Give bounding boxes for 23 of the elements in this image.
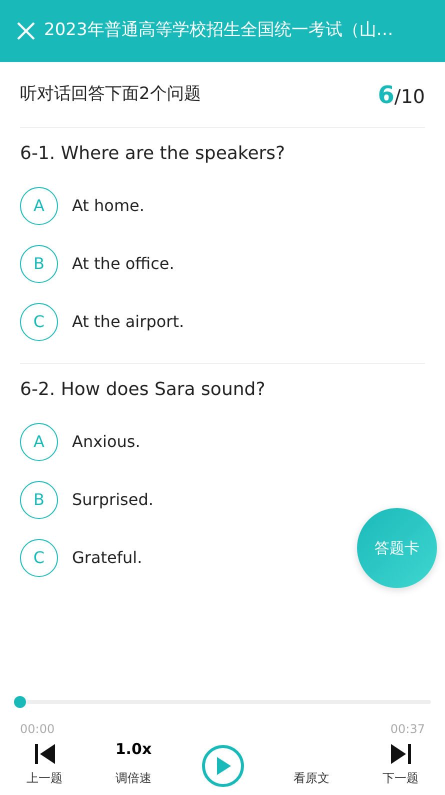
option-text[interactable]: At the airport. [72, 310, 184, 334]
skip-back-icon [34, 742, 56, 764]
next-button[interactable]: 下一题 [356, 742, 445, 786]
progress-thumb[interactable] [14, 696, 26, 708]
previous-button[interactable]: 上一题 [0, 742, 89, 786]
option-text[interactable]: Surprised. [72, 488, 154, 512]
close-icon[interactable] [16, 21, 36, 41]
option-text[interactable]: At home. [72, 194, 144, 218]
option-text[interactable]: Grateful. [72, 546, 142, 570]
question-text: 6-2. How does Sara sound? [20, 378, 266, 402]
option-text[interactable]: Anxious. [72, 430, 140, 454]
play-button[interactable] [202, 744, 244, 786]
view-transcript-button[interactable]: 看原文 [267, 768, 356, 786]
elapsed-time: 00:00 [20, 721, 55, 738]
skip-forward-icon [390, 742, 412, 764]
play-icon [214, 756, 230, 774]
page-title: 2023年普通高等学校招生全国统一考试（山… [44, 19, 394, 42]
speed-button[interactable]: 1.0x 调倍速 [89, 738, 178, 786]
section-title: 听对话回答下面2个问题 [20, 82, 201, 106]
duration-time: 00:37 [390, 721, 425, 738]
option-text[interactable]: At the office. [72, 252, 174, 276]
question-text: 6-1. Where are the speakers? [20, 142, 286, 166]
question-counter: 6/10 [378, 80, 425, 110]
